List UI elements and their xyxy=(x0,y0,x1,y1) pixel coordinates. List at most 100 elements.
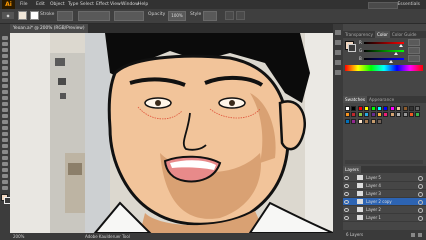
red-slider-knob[interactable] xyxy=(399,44,403,47)
color-swatch[interactable] xyxy=(351,106,357,111)
color-spectrum-bar[interactable] xyxy=(345,65,423,71)
menu-edit[interactable]: Edit xyxy=(36,0,45,9)
layer-row[interactable]: Layer 1 xyxy=(343,214,426,222)
color-swatch[interactable] xyxy=(370,112,376,118)
libraries-icon[interactable] xyxy=(335,30,341,35)
color-swatch[interactable] xyxy=(377,106,382,111)
color-swatch[interactable] xyxy=(383,106,389,111)
width-tool-icon[interactable] xyxy=(2,114,8,118)
document-tab[interactable]: Yeoan.ai* @ 200% (RGB/Preview) xyxy=(10,24,88,33)
workspace-switcher[interactable]: Essentials xyxy=(397,0,420,9)
menu-effect[interactable]: Effect xyxy=(96,0,109,9)
gradient-tool-icon[interactable] xyxy=(2,144,8,148)
eraser-tool-icon[interactable] xyxy=(2,96,8,100)
paintbrush-tool-icon[interactable] xyxy=(2,78,8,82)
target-circle-icon[interactable] xyxy=(418,192,423,197)
color-swatch[interactable] xyxy=(415,112,421,118)
direct-selection-tool-icon[interactable] xyxy=(2,42,8,46)
zoom-tool-icon[interactable] xyxy=(2,186,8,190)
tab-swatches[interactable]: Swatches xyxy=(343,96,368,103)
menu-file[interactable]: File xyxy=(20,0,28,9)
color-swatch[interactable] xyxy=(370,118,376,124)
color-swatch[interactable] xyxy=(383,112,389,118)
color-swatch[interactable] xyxy=(351,112,357,118)
blob-brush-tool-icon[interactable] xyxy=(2,90,8,94)
visibility-eye-icon[interactable] xyxy=(344,208,349,212)
selection-tool-icon[interactable] xyxy=(2,36,8,40)
delete-layer-icon[interactable] xyxy=(418,233,422,237)
color-swatch[interactable] xyxy=(345,106,350,111)
visibility-eye-icon[interactable] xyxy=(344,184,349,188)
target-circle-icon[interactable] xyxy=(418,208,423,213)
search-field[interactable] xyxy=(368,2,398,9)
tab-color[interactable]: Color xyxy=(374,31,390,38)
transform-icon[interactable] xyxy=(236,11,245,20)
target-circle-icon[interactable] xyxy=(418,200,423,205)
visibility-eye-icon[interactable] xyxy=(344,192,349,196)
green-value-input[interactable] xyxy=(408,47,420,54)
symbol-sprayer-tool-icon[interactable] xyxy=(2,162,8,166)
color-swatch[interactable] xyxy=(345,118,350,124)
stroke-swatch[interactable] xyxy=(30,11,39,20)
graphic-styles-icon[interactable] xyxy=(335,70,341,75)
color-swatch[interactable] xyxy=(396,112,402,118)
layer-row-selected[interactable]: Layer 2 copy xyxy=(343,198,426,206)
menu-object[interactable]: Object xyxy=(50,0,65,9)
hand-tool-icon[interactable] xyxy=(2,180,8,184)
fill-swatch[interactable] xyxy=(18,11,27,20)
color-swatch[interactable] xyxy=(364,112,370,118)
blend-tool-icon[interactable] xyxy=(2,156,8,160)
menu-help[interactable]: Help xyxy=(138,0,148,9)
layer-row[interactable]: Layer 3 xyxy=(343,190,426,198)
color-stroke-preview[interactable] xyxy=(348,44,356,52)
target-circle-icon[interactable] xyxy=(418,176,423,181)
rectangle-tool-icon[interactable] xyxy=(2,72,8,76)
perspective-grid-tool-icon[interactable] xyxy=(2,132,8,136)
artboard-tool-icon[interactable] xyxy=(2,174,8,178)
target-circle-icon[interactable] xyxy=(418,216,423,221)
align-icon[interactable] xyxy=(225,11,234,20)
menu-type[interactable]: Type xyxy=(68,0,78,9)
color-swatch[interactable] xyxy=(389,106,395,111)
color-swatch[interactable] xyxy=(357,106,363,111)
layer-row[interactable]: Layer 5 xyxy=(343,174,426,182)
color-swatch[interactable] xyxy=(351,118,357,124)
pencil-tool-icon[interactable] xyxy=(2,84,8,88)
mesh-tool-icon[interactable] xyxy=(2,138,8,142)
zoom-level[interactable]: 200% xyxy=(13,233,24,240)
artboard-canvas[interactable] xyxy=(10,33,333,233)
color-swatch[interactable] xyxy=(377,118,382,124)
free-transform-tool-icon[interactable] xyxy=(2,120,8,124)
tab-color-guide[interactable]: Color Guide xyxy=(390,31,419,38)
style-dropdown[interactable] xyxy=(203,11,217,21)
visibility-eye-icon[interactable] xyxy=(344,216,349,220)
stroke-weight-input[interactable] xyxy=(57,11,73,21)
magic-wand-tool-icon[interactable] xyxy=(2,48,8,52)
symbols-icon[interactable] xyxy=(335,60,341,65)
shape-builder-tool-icon[interactable] xyxy=(2,126,8,130)
tab-appearance[interactable]: Appearance xyxy=(367,96,396,103)
properties-icon[interactable] xyxy=(335,40,341,45)
layer-row[interactable]: Layer 2 xyxy=(343,206,426,214)
color-swatch[interactable] xyxy=(396,106,402,111)
color-swatch[interactable] xyxy=(364,106,370,111)
line-tool-icon[interactable] xyxy=(2,66,8,70)
color-swatch[interactable] xyxy=(415,106,421,111)
color-swatch[interactable] xyxy=(402,106,408,111)
brushes-icon[interactable] xyxy=(335,50,341,55)
color-swatch[interactable] xyxy=(370,106,376,111)
scale-tool-icon[interactable] xyxy=(2,108,8,112)
visibility-eye-icon[interactable] xyxy=(344,200,349,204)
blue-slider[interactable] xyxy=(364,58,404,60)
new-layer-icon[interactable] xyxy=(411,233,415,237)
menu-window[interactable]: Window xyxy=(121,0,139,9)
brush-definition-dropdown[interactable] xyxy=(114,11,144,21)
color-swatch[interactable] xyxy=(389,112,395,118)
blue-value-input[interactable] xyxy=(408,55,420,62)
layer-row[interactable]: Layer 4 xyxy=(343,182,426,190)
pen-tool-icon[interactable] xyxy=(2,54,8,58)
color-swatch[interactable] xyxy=(345,112,350,118)
color-swatch[interactable] xyxy=(377,112,382,118)
color-swatch[interactable] xyxy=(409,106,414,111)
red-value-input[interactable] xyxy=(408,39,420,46)
